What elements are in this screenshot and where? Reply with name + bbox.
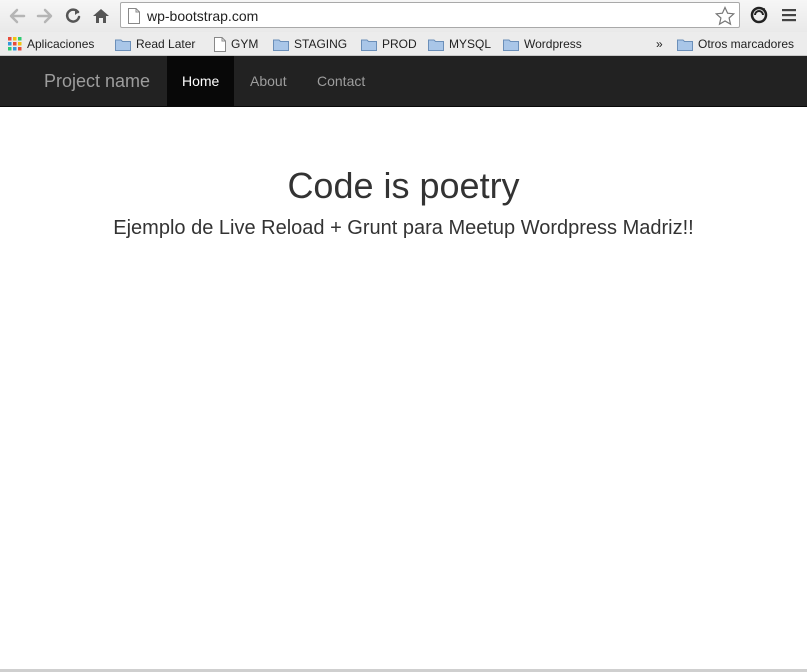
bookmark-label: Otros marcadores [698, 37, 795, 51]
address-bar[interactable]: wp-bootstrap.com [120, 2, 740, 28]
menu-icon[interactable] [780, 6, 798, 24]
bookmarks-overflow-button[interactable]: » [656, 34, 663, 54]
bookmark-label: MYSQL [449, 37, 492, 51]
forward-button[interactable] [32, 2, 58, 30]
brand-link[interactable]: Project name [44, 71, 150, 92]
site-navbar: Project name Home About Contact [0, 56, 807, 107]
bookmark-wordpress[interactable]: Wordpress [503, 34, 582, 54]
bookmark-label: Aplicaciones [27, 37, 95, 51]
folder-icon [361, 39, 377, 51]
bookmark-label: Wordpress [524, 37, 582, 51]
bookmark-mysql[interactable]: MYSQL [428, 34, 491, 54]
bookmarks-bar: Aplicaciones Read Later GYM STAGING PROD… [0, 32, 807, 56]
bookmark-label: GYM [231, 37, 259, 51]
home-button[interactable] [88, 2, 114, 30]
bookmark-prod[interactable]: PROD [361, 34, 417, 54]
url-text[interactable]: wp-bootstrap.com [147, 8, 258, 24]
bookmark-apps[interactable]: Aplicaciones [8, 34, 94, 54]
star-icon[interactable] [715, 6, 735, 26]
reload-button[interactable] [60, 2, 86, 30]
page-subtitle: Ejemplo de Live Reload + Grunt para Meet… [113, 217, 694, 239]
nav-link-about[interactable]: About [235, 56, 302, 106]
page-icon [214, 36, 226, 52]
bookmark-label: STAGING [294, 37, 348, 51]
page-icon [128, 8, 140, 24]
home-icon [93, 9, 109, 23]
browser-toolbar: wp-bootstrap.com [0, 0, 807, 32]
folder-icon [115, 39, 131, 51]
back-button[interactable] [4, 2, 30, 30]
bookmark-read-later[interactable]: Read Later [115, 34, 195, 54]
folder-icon [677, 39, 693, 51]
nav-link-home[interactable]: Home [167, 56, 235, 106]
overflow-chevron-icon: » [656, 37, 663, 51]
page-title: Code is poetry [287, 165, 520, 206]
reload-icon [65, 8, 81, 23]
nav-link-contact[interactable]: Contact [302, 56, 380, 106]
bookmark-staging[interactable]: STAGING [273, 34, 347, 54]
forward-arrow-icon [36, 8, 53, 24]
bookmark-gym[interactable]: GYM [214, 34, 258, 54]
apps-grid-icon [8, 37, 22, 51]
bookmark-label: PROD [382, 37, 417, 51]
bookmark-label: Read Later [136, 37, 196, 51]
bookmark-other[interactable]: Otros marcadores [677, 34, 794, 54]
folder-icon [428, 39, 444, 51]
extension-icon[interactable] [749, 5, 769, 25]
folder-icon [503, 39, 519, 51]
folder-icon [273, 39, 289, 51]
back-arrow-icon [9, 8, 26, 24]
